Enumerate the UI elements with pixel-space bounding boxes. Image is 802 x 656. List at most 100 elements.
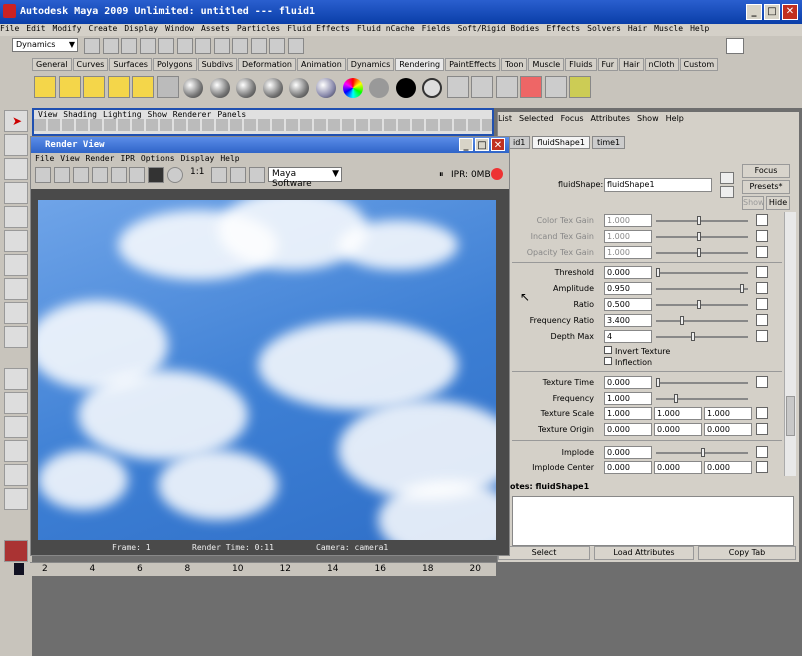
hypershade-icon[interactable] <box>156 76 179 98</box>
map-button-icon[interactable] <box>756 298 768 310</box>
time-slider[interactable]: 2 4 6 8 10 12 14 16 18 20 <box>14 562 496 576</box>
shader-sphere-icon[interactable] <box>289 78 310 98</box>
attr-menu-help[interactable]: Help <box>666 114 684 123</box>
attr-slider[interactable] <box>656 220 748 222</box>
layout-graph-icon[interactable] <box>4 440 28 462</box>
render-view-menu-file[interactable]: File <box>35 154 54 163</box>
map-button-icon[interactable] <box>756 330 768 342</box>
snapshot-icon[interactable] <box>72 167 89 183</box>
menu-muscle[interactable]: Muscle <box>654 24 683 33</box>
implode-field[interactable]: 0.000 <box>604 446 652 459</box>
menu-hair[interactable]: Hair <box>628 24 647 33</box>
implode-center-y-field[interactable]: 0.000 <box>654 461 702 474</box>
ramp-shader-icon[interactable] <box>342 78 363 98</box>
shelf-tab-polygons[interactable]: Polygons <box>152 58 197 71</box>
menuset-select[interactable]: Dynamics ▼ <box>12 38 78 52</box>
shader-sphere-icon[interactable] <box>209 78 230 98</box>
rgb-channels-icon[interactable] <box>129 167 146 183</box>
slider-knob[interactable] <box>674 394 678 403</box>
texture-scale-z-field[interactable]: 1.000 <box>704 407 752 420</box>
attr-menu-show[interactable]: Show <box>637 114 659 123</box>
map-button-icon[interactable] <box>756 423 768 435</box>
shader-sphere-icon[interactable] <box>262 78 283 98</box>
viewport-menu-panels[interactable]: Panels <box>217 110 246 119</box>
notes-textarea[interactable] <box>512 496 794 546</box>
show-button[interactable]: Show <box>742 196 765 210</box>
attr-slider[interactable] <box>656 236 748 238</box>
attr-menu-selected[interactable]: Selected <box>519 114 554 123</box>
menu-help[interactable]: Help <box>690 24 709 33</box>
exposure-icon[interactable] <box>167 167 184 183</box>
render-view-menu-view[interactable]: View <box>60 154 79 163</box>
attr-tab-id1[interactable]: id1 <box>508 136 531 149</box>
render-view-menu-options[interactable]: Options <box>141 154 175 163</box>
render-globals-icon[interactable] <box>249 167 266 183</box>
attr-slider[interactable] <box>656 288 748 290</box>
render-view-minimize-button[interactable]: _ <box>459 138 473 151</box>
close-button[interactable]: ✕ <box>782 4 798 20</box>
frequency-field[interactable]: 1.000 <box>604 392 652 405</box>
maximize-button[interactable]: □ <box>764 4 780 20</box>
slider-knob[interactable] <box>656 378 660 387</box>
keep-image-icon[interactable] <box>211 167 228 183</box>
render-view-maximize-button[interactable]: □ <box>475 138 489 151</box>
texture-origin-z-field[interactable]: 0.000 <box>704 423 752 436</box>
render-ipr-icon[interactable] <box>495 76 518 98</box>
viewport-menu-shading[interactable]: Shading <box>63 110 97 119</box>
show-manipulator-icon[interactable] <box>4 302 28 324</box>
shelf-tab-custom[interactable]: Custom <box>679 58 719 71</box>
attr-value-field[interactable]: 4 <box>604 330 652 343</box>
attr-tab-fluidshape1[interactable]: fluidShape1 <box>532 136 590 149</box>
slider-knob[interactable] <box>697 300 702 309</box>
shelf-tab-animation[interactable]: Animation <box>296 58 346 71</box>
cancel-render-icon[interactable] <box>520 76 543 98</box>
texture-scale-x-field[interactable]: 1.000 <box>604 407 652 420</box>
map-button-icon[interactable] <box>756 376 768 388</box>
map-button-icon[interactable] <box>756 230 768 242</box>
move-tool-icon[interactable] <box>4 182 28 204</box>
map-button-icon[interactable] <box>756 461 768 473</box>
shelf-tab-surfaces[interactable]: Surfaces <box>109 58 152 71</box>
snap-curve-icon[interactable] <box>213 38 230 54</box>
redo-render-icon[interactable] <box>35 167 51 183</box>
menu-fluid-ncache[interactable]: Fluid nCache <box>357 24 415 33</box>
presets-button[interactable]: Presets* <box>742 180 790 194</box>
render-view-close-button[interactable]: ✕ <box>491 138 505 151</box>
menu-particles[interactable]: Particles <box>237 24 280 33</box>
select-tool-icon[interactable]: ➤ <box>4 110 28 132</box>
slider-knob[interactable] <box>701 448 705 457</box>
shader-sphere-icon[interactable] <box>369 78 390 98</box>
viewport-menu-renderer[interactable]: Renderer <box>173 110 212 119</box>
map-button-icon[interactable] <box>756 314 768 326</box>
layout-single-icon[interactable] <box>4 368 28 390</box>
layout-hypershade-icon[interactable] <box>4 464 28 486</box>
scrollbar-thumb[interactable] <box>786 396 795 436</box>
menu-solvers[interactable]: Solvers <box>587 24 621 33</box>
rotate-tool-icon[interactable] <box>4 206 28 228</box>
inflection-checkbox[interactable]: Inflection <box>604 357 652 367</box>
map-button-icon[interactable] <box>756 446 768 458</box>
refresh-ipr-icon[interactable] <box>110 167 127 183</box>
menu-soft-rigid-bodies[interactable]: Soft/Rigid Bodies <box>458 24 540 33</box>
soft-mod-tool-icon[interactable] <box>4 278 28 300</box>
map-button-icon[interactable] <box>756 214 768 226</box>
paint-icon[interactable] <box>544 76 567 98</box>
attr-tab-time1[interactable]: time1 <box>591 136 626 149</box>
ipr-render-icon[interactable] <box>269 38 286 54</box>
attr-slider[interactable] <box>656 304 748 306</box>
brush-icon[interactable] <box>569 76 592 98</box>
texture-time-field[interactable]: 0.000 <box>604 376 652 389</box>
slider-knob[interactable] <box>739 284 744 293</box>
minimize-button[interactable]: _ <box>746 4 762 20</box>
open-scene-icon[interactable] <box>102 38 119 54</box>
invert-texture-checkbox[interactable]: Invert Texture <box>604 346 670 356</box>
attr-value-field[interactable]: 1.000 <box>604 230 652 243</box>
stop-ipr-icon[interactable] <box>491 168 503 180</box>
directional-light-icon[interactable] <box>107 76 130 98</box>
snap-grid-icon[interactable] <box>195 38 212 54</box>
attr-value-field[interactable]: 3.400 <box>604 314 652 327</box>
select-component-icon[interactable] <box>176 38 193 54</box>
menu-display[interactable]: Display <box>124 24 158 33</box>
shader-sphere-icon[interactable] <box>395 78 416 98</box>
new-scene-icon[interactable] <box>84 38 100 54</box>
